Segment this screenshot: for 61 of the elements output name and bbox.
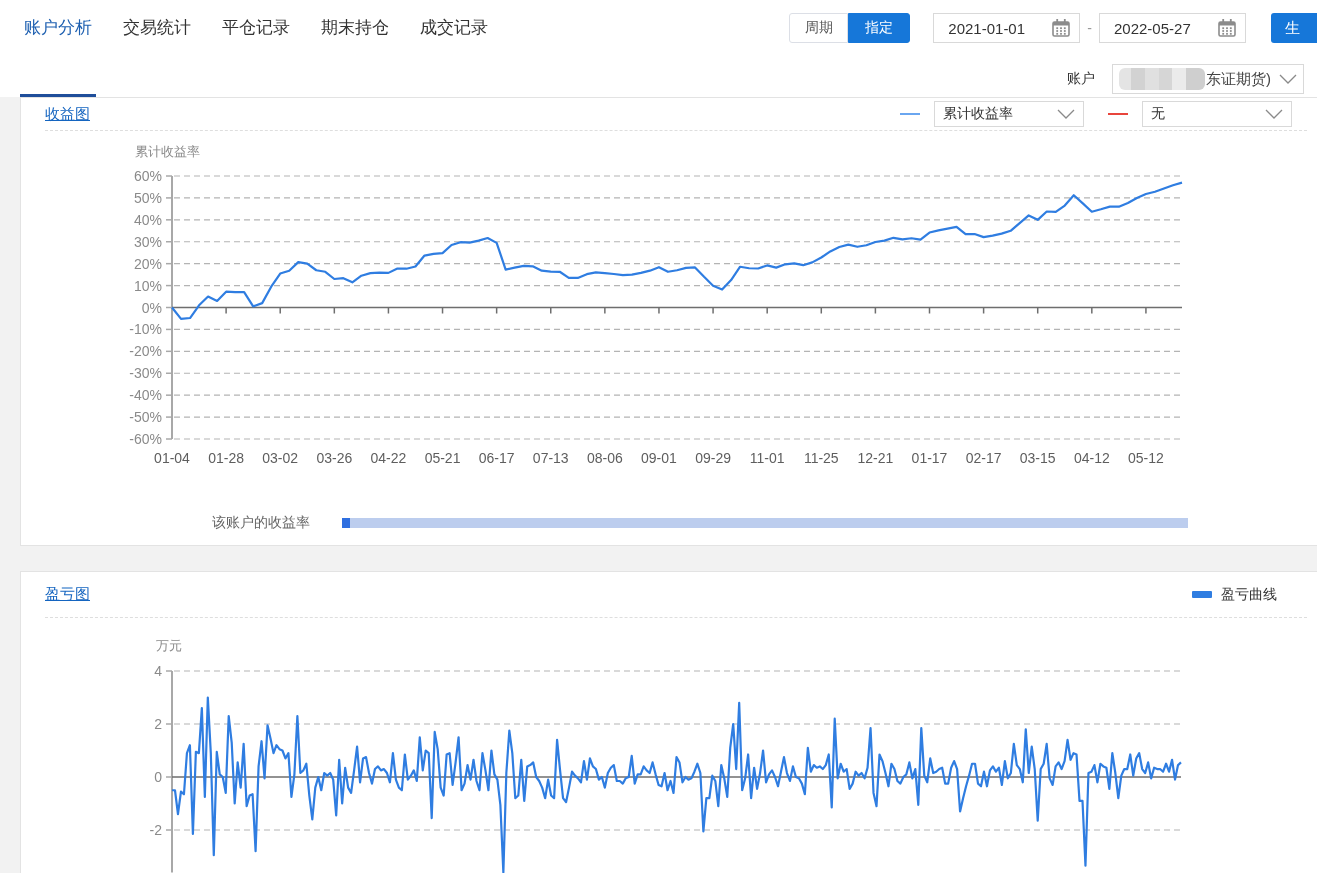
axis-title: 累计收益率 [135, 144, 200, 159]
axis-tick-label: 40% [133, 211, 162, 228]
axis-tick-label: 2 [154, 716, 162, 732]
nav-tab[interactable]: 平仓记录 [218, 0, 294, 97]
axis-tick-label: 05-12 [1128, 450, 1164, 466]
axis-tick-label: 03-15 [1019, 450, 1056, 466]
axis-tick-label: 05-21 [424, 450, 461, 466]
axis-tick-label: 08-06 [586, 450, 623, 466]
range-mode-button[interactable]: 指定 [848, 13, 911, 43]
axis-tick-label: 07-13 [532, 450, 569, 466]
axis-tick-label: 01-04 [154, 450, 190, 466]
axis-tick-label: -2 [149, 822, 162, 838]
calendar-icon[interactable] [1218, 19, 1236, 37]
axis-tick-label: 04-12 [1073, 450, 1110, 466]
calendar-icon[interactable] [1052, 19, 1071, 37]
axis-tick-label: 03-02 [262, 450, 299, 466]
series-select[interactable]: 累计收益率 [934, 101, 1084, 127]
axis-tick-label: 60% [133, 168, 162, 184]
range-separator: - [1087, 20, 1092, 36]
nav-tab[interactable]: 成交记录 [416, 0, 492, 97]
axis-tick-label: -60% [129, 431, 162, 447]
axis-tick-label: 30% [133, 233, 162, 250]
axis-tick-label: 01-17 [911, 450, 948, 466]
date-field[interactable]: 2021-01-01 [933, 13, 1081, 43]
axis-tick-label: -40% [129, 387, 162, 404]
chevron-down-icon [1279, 74, 1297, 84]
chevron-down-icon [1057, 109, 1075, 119]
account-label: 账户 [1067, 70, 1095, 88]
axis-tick-label: 11-01 [749, 450, 785, 466]
account-select[interactable]: 东证期货) [1112, 64, 1304, 94]
nav-tab[interactable]: 期末持仓 [317, 0, 393, 97]
axis-tick-label: 09-01 [641, 450, 677, 466]
axis-tick-label: 0% [141, 299, 162, 316]
generate-button[interactable]: 生 [1271, 13, 1317, 43]
axis-tick-label: 09-29 [695, 450, 731, 466]
bar-label: 该账户的收益率 [212, 514, 310, 532]
axis-tick-label: 04-22 [370, 450, 407, 466]
date-field[interactable]: 2022-05-27 [1099, 13, 1246, 43]
axis-tick-label: 03-26 [316, 450, 353, 466]
axis-tick-label: 50% [133, 189, 162, 206]
axis-tick-label: 12-21 [857, 450, 894, 466]
axis-tick-label: -10% [129, 321, 162, 338]
axis-tick-label: 11-25 [803, 450, 839, 466]
axis-tick-label: 4 [154, 663, 162, 679]
axis-tick-label: 02-17 [965, 450, 1002, 466]
axis-tick-label: -50% [129, 409, 162, 426]
legend-label[interactable]: 盈亏曲线 [1221, 585, 1277, 604]
axis-tick-label: 0 [154, 769, 162, 785]
axis-tick-label: -20% [129, 343, 162, 360]
axis-title: 万元 [156, 638, 182, 653]
range-mode-button[interactable]: 周期 [789, 13, 849, 43]
chart-title-link[interactable]: 盈亏图 [45, 585, 90, 604]
nav-tab[interactable]: 交易统计 [119, 0, 195, 97]
axis-tick-label: -30% [129, 365, 162, 382]
axis-tick-label: 20% [133, 255, 162, 272]
chevron-down-icon [1265, 109, 1283, 119]
axis-tick-label: 06-17 [478, 450, 515, 466]
axis-tick-label: 01-28 [208, 450, 244, 466]
axis-tick-label: 10% [133, 277, 162, 294]
chart-title-link[interactable]: 收益图 [45, 104, 90, 124]
series-select[interactable]: 无 [1142, 101, 1292, 127]
